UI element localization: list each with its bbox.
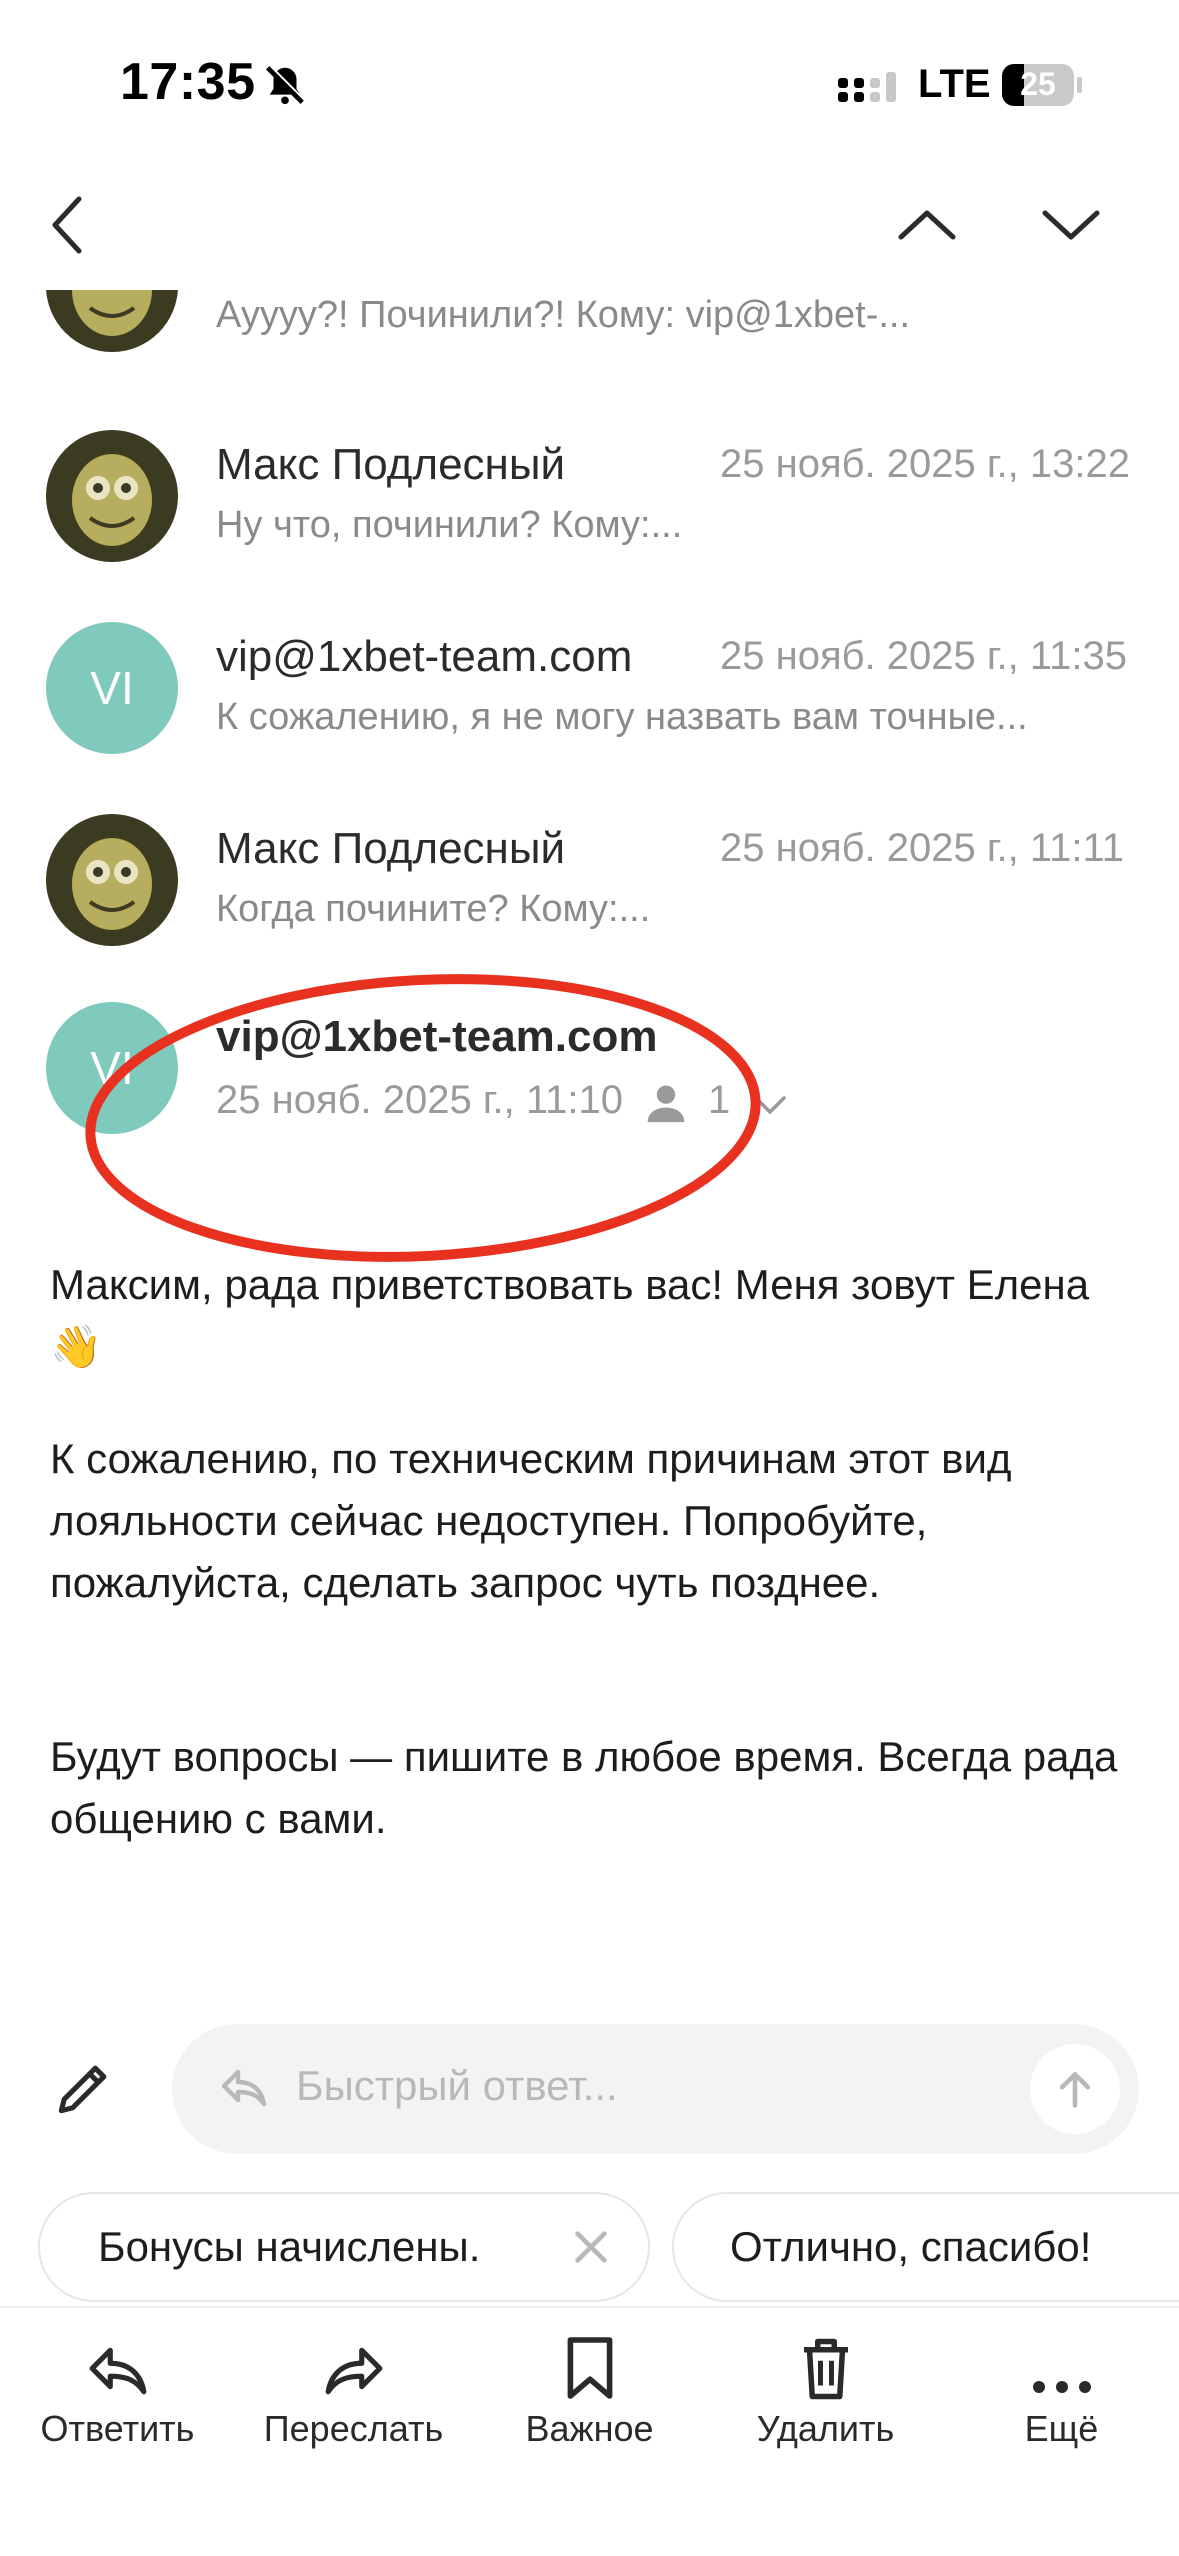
list-item[interactable]: Ауууу?! Починили?! Кому: vip@1xbet-... — [0, 290, 1179, 390]
network-type: LTE — [918, 62, 991, 106]
message-paragraph: Максим, рада приветствовать вас! Меня зо… — [50, 1254, 1130, 1378]
avatar: VI — [46, 622, 178, 754]
important-button[interactable]: Важное — [472, 2322, 707, 2450]
trash-icon — [708, 2322, 943, 2402]
avatar — [46, 430, 178, 562]
reply-icon — [0, 2322, 235, 2402]
quick-reply-placeholder: Быстрый ответ... — [296, 2062, 618, 2109]
message-date: 25 нояб. 2025 г., 11:11 — [720, 826, 1125, 870]
suggestion-chip[interactable]: Бонусы начислены. — [38, 2192, 650, 2302]
forward-label: Переслать — [263, 2408, 444, 2449]
message-snippet: К сожалению, я не могу назвать вам точны… — [216, 696, 1028, 738]
battery-icon: 25 — [1002, 64, 1082, 106]
important-label: Важное — [525, 2408, 654, 2449]
message-snippet: Ауууу?! Починили?! Кому: vip@1xbet-... — [216, 294, 911, 336]
message-paragraph-text: Максим, рада приветствовать вас! Меня зо… — [50, 1261, 1090, 1370]
message-paragraph: К сожалению, по техническим причинам это… — [50, 1435, 1012, 1606]
list-item[interactable]: VI vip@1xbet-team.com 25 нояб. 2025 г., … — [0, 622, 1179, 792]
message-snippet: Когда почините? Кому:... — [216, 888, 651, 930]
message-snippet: Ну что, починили? Кому:... — [216, 504, 683, 546]
bookmark-icon — [472, 2322, 707, 2402]
list-item[interactable]: Макс Подлесный 25 нояб. 2025 г., 13:22 Н… — [0, 430, 1179, 600]
sender-name: Макс Подлесный — [216, 824, 566, 873]
send-button[interactable] — [1030, 2044, 1120, 2134]
reply-button[interactable]: Ответить — [0, 2322, 235, 2450]
forward-button[interactable]: Переслать — [236, 2322, 471, 2450]
sender-name: Макс Подлесный — [216, 440, 566, 489]
next-message-button[interactable] — [1026, 180, 1116, 270]
close-icon[interactable] — [568, 2224, 614, 2280]
bell-muted-icon — [262, 62, 308, 113]
message-paragraph: Будут вопросы — пишите в любое время. Вс… — [50, 1733, 1118, 1842]
avatar — [46, 290, 178, 352]
status-time: 17:35 — [120, 53, 256, 111]
suggestion-chip-label: Бонусы начислены. — [98, 2223, 481, 2270]
more-dots-icon — [944, 2322, 1179, 2402]
sender-name: vip@1xbet-team.com — [216, 632, 633, 681]
battery-level: 25 — [1020, 66, 1056, 102]
suggestion-chip[interactable]: Отлично, спасибо! — [672, 2192, 1179, 2302]
delete-label: Удалить — [756, 2408, 895, 2449]
message-date: 25 нояб. 2025 г., 13:22 — [720, 442, 1130, 486]
prev-message-button[interactable] — [882, 180, 972, 270]
more-label: Ещё — [1024, 2408, 1099, 2449]
avatar — [46, 814, 178, 946]
signal-icon — [838, 70, 900, 115]
reply-label: Ответить — [40, 2408, 195, 2449]
back-button[interactable] — [22, 180, 112, 270]
suggestion-chip-label: Отлично, спасибо! — [730, 2223, 1092, 2270]
toolbar-divider — [0, 2306, 1179, 2308]
message-date: 25 нояб. 2025 г., 11:35 — [720, 634, 1128, 678]
delete-button[interactable]: Удалить — [708, 2322, 943, 2450]
more-button[interactable]: Ещё — [944, 2322, 1179, 2450]
compose-pencil-button[interactable] — [50, 2054, 118, 2127]
forward-icon — [236, 2322, 471, 2402]
annotation-circle — [78, 968, 768, 1273]
reply-arrow-icon — [218, 2064, 270, 2117]
list-item[interactable]: Макс Подлесный 25 нояб. 2025 г., 11:11 К… — [0, 814, 1179, 984]
